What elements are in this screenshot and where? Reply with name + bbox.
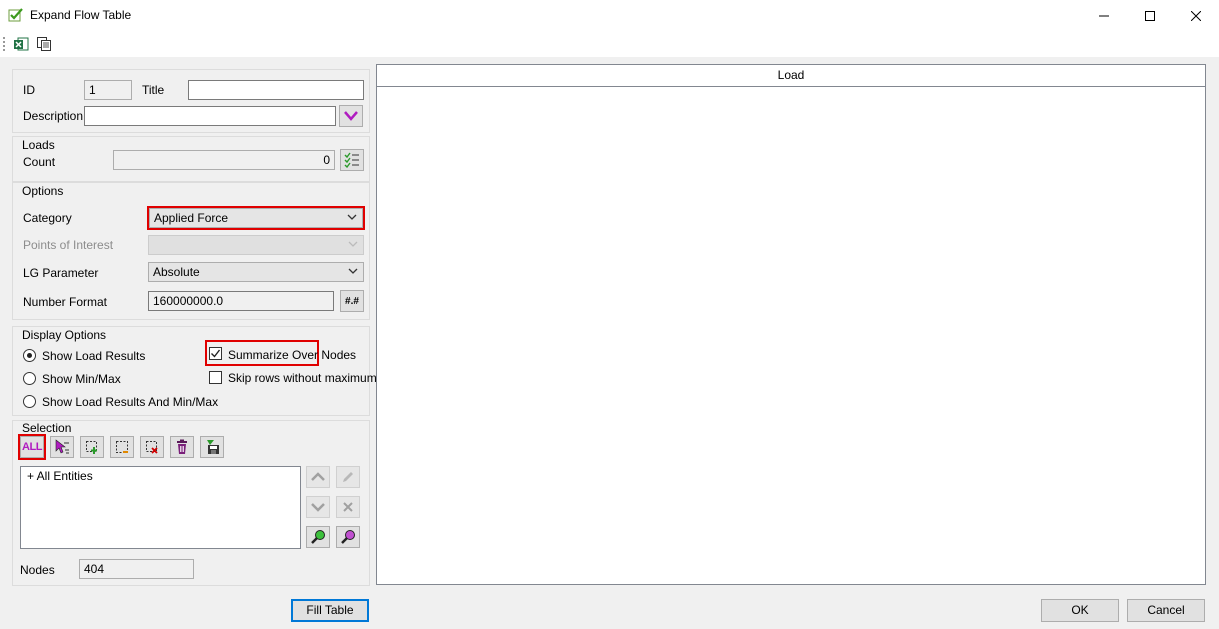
category-label: Category: [23, 211, 72, 225]
title-bar: Expand Flow Table: [0, 0, 1219, 31]
id-field: 1: [84, 80, 132, 100]
category-value: Applied Force: [154, 211, 229, 225]
add-box-icon: [86, 441, 97, 454]
skip-rows-checkbox[interactable]: [209, 371, 222, 384]
checkmark-app-icon: [8, 7, 24, 23]
zoom-purple-button[interactable]: [336, 526, 360, 548]
chevron-down-icon: [348, 241, 358, 247]
remove-item-button: [336, 496, 360, 518]
selection-list[interactable]: + All Entities: [20, 466, 301, 549]
cancel-button[interactable]: Cancel: [1127, 599, 1205, 622]
close-icon: [1191, 10, 1201, 21]
excel-export-icon: [14, 37, 29, 51]
cursor-list-icon: [55, 439, 69, 454]
show-load-results-label[interactable]: Show Load Results: [42, 349, 145, 363]
show-load-results-and-min-max-label[interactable]: Show Load Results And Min/Max: [42, 395, 218, 409]
number-format-field[interactable]: 160000000.0: [148, 291, 334, 311]
poi-select: [148, 235, 364, 255]
display-options-group-label: Display Options: [22, 328, 107, 342]
minimize-icon: [1099, 15, 1109, 16]
chevron-down-icon: [348, 268, 358, 274]
selection-group-label: Selection: [22, 421, 72, 435]
title-field[interactable]: [188, 80, 364, 100]
number-format-label: Number Format: [23, 295, 108, 309]
poi-label: Points of Interest: [23, 238, 114, 252]
toolbar-grip: [3, 37, 5, 51]
ok-button[interactable]: OK: [1041, 599, 1119, 622]
loads-group-label: Loads: [22, 138, 55, 152]
trash-icon: [177, 439, 187, 454]
summarize-over-nodes-label[interactable]: Summarize Over Nodes: [228, 348, 356, 362]
display-options-panel: Display Options Show Load Results Show M…: [12, 326, 377, 416]
maximize-icon: [1145, 10, 1155, 21]
description-field[interactable]: [84, 106, 336, 126]
chevron-down-icon: [311, 503, 325, 512]
show-load-results-and-min-max-radio[interactable]: [23, 395, 36, 408]
window-title: Expand Flow Table: [30, 8, 132, 22]
lg-parameter-value: Absolute: [153, 265, 200, 279]
lg-parameter-label: LG Parameter: [23, 266, 99, 280]
add-selection-button[interactable]: [80, 436, 104, 458]
count-field: 0: [113, 150, 335, 170]
copy-icon: [37, 37, 51, 51]
move-up-button: [306, 466, 330, 488]
box-selection-button[interactable]: [110, 436, 134, 458]
title-label: Title: [142, 83, 165, 97]
box-select-icon: [116, 441, 128, 453]
chevron-down-icon: [347, 214, 357, 220]
pick-list-button[interactable]: [50, 436, 74, 458]
general-panel: ID 1 Title Description: [12, 69, 370, 133]
delete-selection-button[interactable]: [170, 436, 194, 458]
remove-box-icon: [146, 441, 158, 454]
move-down-button: [306, 496, 330, 518]
options-panel: Options Category Applied Force Points of…: [12, 182, 370, 320]
save-selection-button[interactable]: [200, 436, 224, 458]
list-item[interactable]: + All Entities: [27, 469, 93, 483]
toolbar: [0, 31, 1219, 57]
nodes-label: Nodes: [20, 563, 55, 577]
checklist-icon: [344, 152, 359, 168]
id-label: ID: [23, 83, 35, 97]
skip-rows-label[interactable]: Skip rows without maximum: [228, 371, 377, 385]
description-dropdown-button[interactable]: [339, 105, 363, 127]
checkmark-icon: [211, 349, 221, 358]
loads-list-button[interactable]: [340, 149, 364, 171]
load-table[interactable]: Load: [376, 64, 1206, 585]
loads-panel: Loads Count 0: [12, 136, 370, 182]
category-select[interactable]: Applied Force: [147, 206, 365, 230]
close-icon: [343, 502, 353, 512]
save-icon: [207, 440, 219, 454]
show-min-max-radio[interactable]: [23, 372, 36, 385]
count-label: Count: [23, 155, 56, 169]
copy-button[interactable]: [35, 35, 53, 53]
nodes-field: 404: [79, 559, 194, 579]
description-label: Description: [23, 109, 84, 123]
options-group-label: Options: [22, 184, 64, 198]
edit-button: [336, 466, 360, 488]
minimize-button[interactable]: [1081, 0, 1127, 31]
chevron-down-icon: [344, 111, 358, 121]
selection-panel: Selection ALL + All Entities Nodes 404: [12, 420, 370, 586]
fill-table-button[interactable]: Fill Table: [291, 599, 369, 622]
magnifier-purple-icon: [341, 530, 355, 544]
pencil-icon: [343, 472, 353, 482]
show-load-results-radio[interactable]: [23, 349, 36, 362]
excel-export-button[interactable]: [12, 35, 30, 53]
remove-selection-button[interactable]: [140, 436, 164, 458]
select-all-button[interactable]: ALL: [18, 434, 46, 460]
summarize-over-nodes-checkbox[interactable]: [209, 347, 222, 360]
column-header-load[interactable]: Load: [377, 65, 1205, 87]
number-format-button[interactable]: #.#: [340, 290, 364, 312]
close-button[interactable]: [1173, 0, 1219, 31]
show-min-max-label[interactable]: Show Min/Max: [42, 372, 121, 386]
zoom-green-button[interactable]: [306, 526, 330, 548]
maximize-button[interactable]: [1127, 0, 1173, 31]
chevron-up-icon: [311, 472, 325, 481]
magnifier-green-icon: [311, 530, 325, 544]
lg-parameter-select[interactable]: Absolute: [148, 262, 364, 282]
